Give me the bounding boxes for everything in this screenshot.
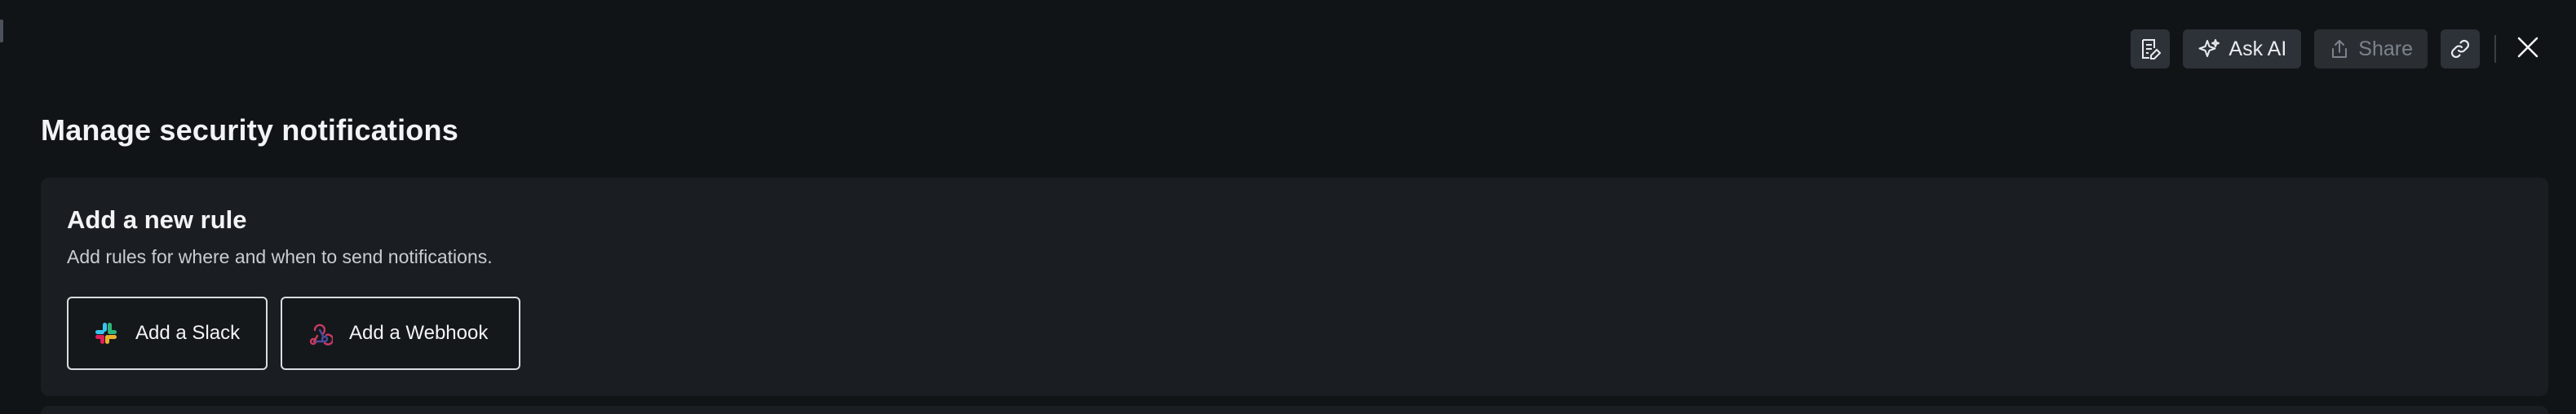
toolbar-divider xyxy=(2494,35,2496,63)
sparkle-icon xyxy=(2198,37,2220,60)
add-webhook-button[interactable]: Add a Webhook xyxy=(281,297,520,370)
notifications-page: Ask AI Share Manage security notificatio… xyxy=(0,0,2576,414)
sidebar-edge-handle[interactable] xyxy=(0,20,3,42)
share-icon xyxy=(2329,38,2350,59)
add-webhook-label: Add a Webhook xyxy=(349,322,489,344)
link-icon xyxy=(2449,37,2472,60)
share-button[interactable]: Share xyxy=(2314,29,2428,68)
slack-icon xyxy=(93,320,119,346)
card-title: Add a new rule xyxy=(67,205,247,234)
top-toolbar: Ask AI Share xyxy=(2131,29,2545,68)
add-rule-card: Add a new rule Add rules for where and w… xyxy=(41,178,2548,396)
webhook-icon xyxy=(307,320,333,346)
next-card-edge xyxy=(41,406,2548,414)
close-button[interactable] xyxy=(2511,29,2545,68)
card-description: Add rules for where and when to send not… xyxy=(67,246,493,267)
page-title: Manage security notifications xyxy=(41,113,458,147)
ask-ai-label: Ask AI xyxy=(2229,37,2287,60)
add-slack-button[interactable]: Add a Slack xyxy=(67,297,268,370)
ask-ai-button[interactable]: Ask AI xyxy=(2183,29,2302,68)
edit-page-icon xyxy=(2139,37,2162,60)
copy-link-button[interactable] xyxy=(2441,29,2480,68)
close-icon xyxy=(2516,35,2540,64)
add-slack-label: Add a Slack xyxy=(135,322,241,344)
share-label: Share xyxy=(2358,37,2413,60)
edit-page-button[interactable] xyxy=(2131,29,2171,68)
rule-actions: Add a Slack Add a Webhook xyxy=(67,297,520,370)
